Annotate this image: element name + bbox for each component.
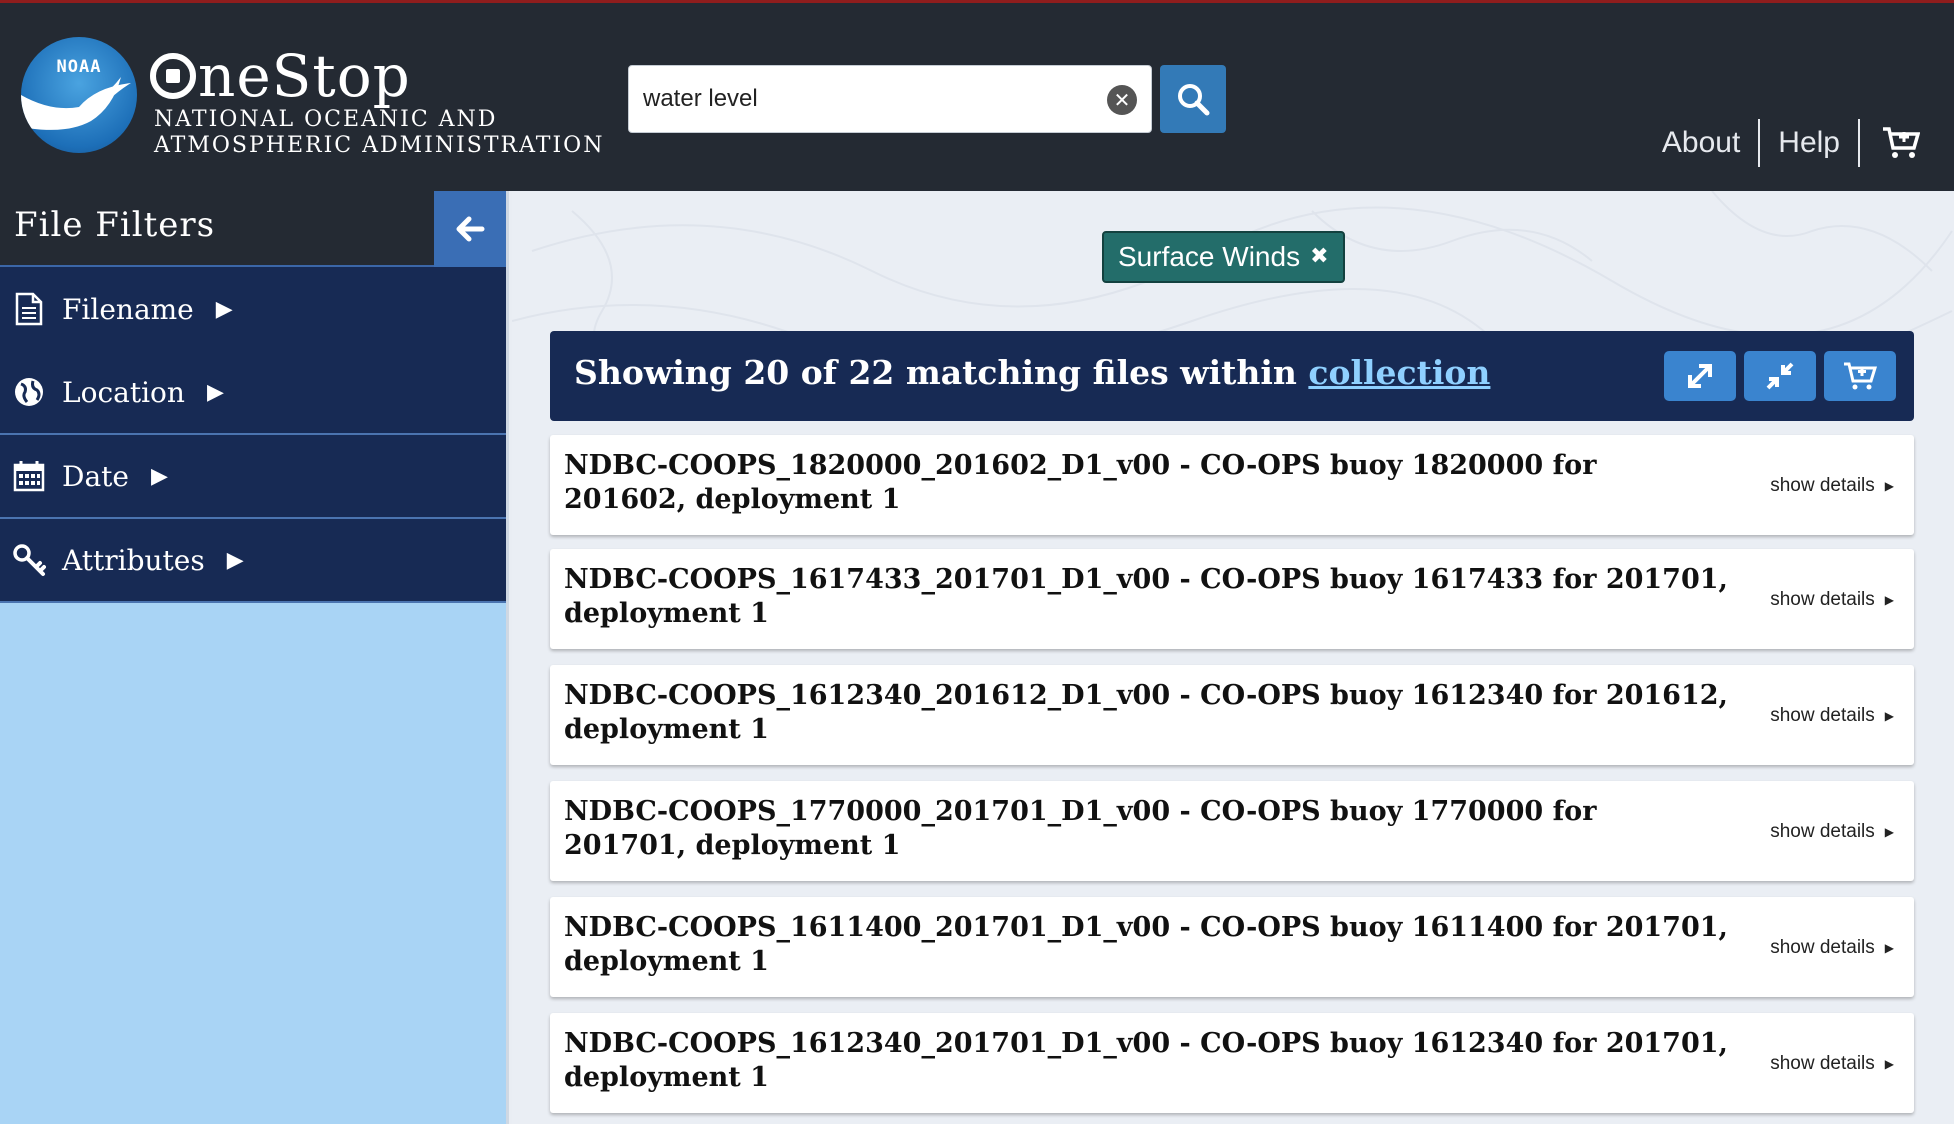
collection-link[interactable]: collection: [1308, 353, 1490, 392]
magnifier-icon: [1178, 84, 1210, 116]
filter-attributes[interactable]: Attributes ▶: [0, 519, 506, 603]
cart-icon: [1883, 127, 1920, 158]
results-summary-bar: Showing 20 of 22 matching files within c…: [550, 331, 1914, 421]
caret-right-icon: ▶: [1884, 825, 1894, 839]
chip-label: Surface Winds: [1118, 241, 1301, 272]
filter-filename[interactable]: Filename ▶: [0, 267, 506, 351]
filter-label: Date: [62, 459, 129, 493]
filter-label: Location: [62, 375, 185, 409]
remove-chip-icon[interactable]: ✖: [1310, 233, 1328, 281]
results-actions: [1664, 351, 1896, 401]
seabird-icon: [21, 77, 131, 130]
file-filters-sidebar: File Filters Filename ▶ Location ▶ Date …: [0, 191, 509, 1124]
add-all-to-cart-button[interactable]: [1824, 351, 1896, 401]
search-input[interactable]: [643, 78, 1083, 120]
filters-header: File Filters: [0, 191, 506, 267]
collapse-sidebar-button[interactable]: [434, 191, 506, 267]
expand-icon: [1688, 364, 1712, 388]
expand-arrow-icon: ▶: [150, 463, 168, 489]
onestop-o-icon: [150, 53, 196, 99]
clear-search-icon[interactable]: ✕: [1107, 85, 1137, 115]
add-to-cart-icon: [1844, 362, 1877, 390]
file-result-card[interactable]: NDBC-COOPS_1611400_201701_D1_v00 - CO-OP…: [550, 897, 1914, 997]
show-details-toggle[interactable]: show details ▶: [1770, 589, 1894, 611]
show-details-toggle[interactable]: show details ▶: [1770, 475, 1894, 497]
file-result-card[interactable]: NDBC-COOPS_1612340_201612_D1_v00 - CO-OP…: [550, 665, 1914, 765]
top-nav: About Help: [1644, 119, 1920, 167]
app-title[interactable]: neStop: [150, 41, 411, 111]
show-details-toggle[interactable]: show details ▶: [1770, 705, 1894, 727]
caret-right-icon: ▶: [1884, 1057, 1894, 1071]
show-details-toggle[interactable]: show details ▶: [1770, 821, 1894, 843]
expand-all-button[interactable]: [1664, 351, 1736, 401]
app-header: NOAA neStop NATIONAL OCEANIC AND ATMOSPH…: [0, 0, 1954, 191]
file-title: NDBC-COOPS_1617433_201701_D1_v00 - CO-OP…: [564, 564, 1728, 629]
globe-icon: [12, 375, 46, 409]
filter-label: Filename: [62, 292, 194, 326]
filters-title: File Filters: [14, 205, 216, 245]
show-details-toggle[interactable]: show details ▶: [1770, 937, 1894, 959]
file-result-card[interactable]: NDBC-COOPS_1770000_201701_D1_v00 - CO-OP…: [550, 781, 1914, 881]
document-icon: [12, 292, 46, 326]
search-box: ✕: [628, 65, 1152, 133]
file-title: NDBC-COOPS_1770000_201701_D1_v00 - CO-OP…: [564, 796, 1597, 861]
caret-right-icon: ▶: [1884, 479, 1894, 493]
filter-list: Filename ▶ Location ▶ Date ▶ Attributes …: [0, 267, 506, 603]
results-panel: Surface Winds ✖ Showing 20 of 22 matchin…: [512, 191, 1954, 1124]
nav-about-link[interactable]: About: [1644, 119, 1758, 167]
caret-right-icon: ▶: [1884, 941, 1894, 955]
collapse-icon: [1766, 362, 1794, 390]
file-result-card[interactable]: NDBC-COOPS_1612340_201701_D1_v00 - CO-OP…: [550, 1013, 1914, 1113]
arrow-left-icon: [456, 216, 485, 242]
file-result-card[interactable]: NDBC-COOPS_1820000_201602_D1_v00 - CO-OP…: [550, 435, 1914, 535]
caret-right-icon: ▶: [1884, 593, 1894, 607]
file-title: NDBC-COOPS_1612340_201612_D1_v00 - CO-OP…: [564, 680, 1728, 745]
file-title: NDBC-COOPS_1820000_201602_D1_v00 - CO-OP…: [564, 450, 1597, 515]
filter-location[interactable]: Location ▶: [0, 351, 506, 435]
results-summary: Showing 20 of 22 matching files within c…: [574, 353, 1491, 392]
filter-date[interactable]: Date ▶: [0, 435, 506, 519]
search-button[interactable]: [1160, 65, 1226, 133]
surface-winds-chip[interactable]: Surface Winds ✖: [1102, 231, 1345, 283]
expand-arrow-icon: ▶: [215, 296, 233, 322]
expand-arrow-icon: ▶: [226, 547, 244, 573]
collapse-all-button[interactable]: [1744, 351, 1816, 401]
key-search-icon: [12, 543, 46, 577]
file-title: NDBC-COOPS_1612340_201701_D1_v00 - CO-OP…: [564, 1028, 1728, 1093]
filter-label: Attributes: [62, 543, 205, 577]
caret-right-icon: ▶: [1884, 709, 1894, 723]
calendar-icon: [12, 459, 46, 493]
cart-button[interactable]: [1860, 126, 1920, 160]
agency-name: NATIONAL OCEANIC AND ATMOSPHERIC ADMINIS…: [154, 107, 605, 158]
show-details-toggle[interactable]: show details ▶: [1770, 1053, 1894, 1075]
expand-arrow-icon: ▶: [206, 379, 224, 405]
file-result-card[interactable]: NDBC-COOPS_1617433_201701_D1_v00 - CO-OP…: [550, 549, 1914, 649]
nav-help-link[interactable]: Help: [1760, 119, 1858, 167]
noaa-logo[interactable]: NOAA: [21, 37, 137, 153]
file-title: NDBC-COOPS_1611400_201701_D1_v00 - CO-OP…: [564, 912, 1728, 977]
